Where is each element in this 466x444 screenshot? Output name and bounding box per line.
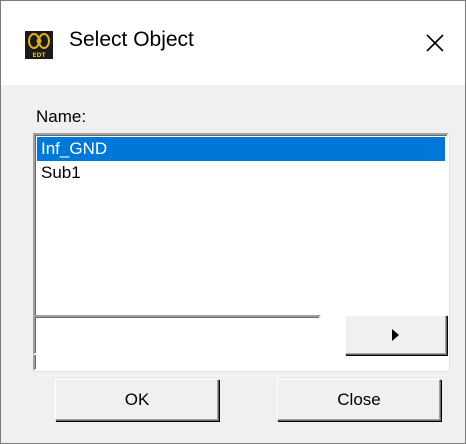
select-object-dialog: EDT Select Object Name: Inf_GND Sub1 OK … [0, 0, 466, 444]
title-bar[interactable]: EDT Select Object [1, 1, 465, 85]
close-button[interactable]: Close [277, 379, 441, 421]
list-item[interactable]: Sub1 [37, 161, 445, 185]
dialog-client-area: Name: Inf_GND Sub1 OK Close [1, 85, 465, 443]
close-icon[interactable] [421, 29, 449, 57]
svg-text:EDT: EDT [32, 52, 46, 59]
ok-button[interactable]: OK [55, 379, 219, 421]
window-title: Select Object [69, 28, 194, 51]
name-label: Name: [36, 107, 87, 126]
object-name-input[interactable] [33, 315, 321, 355]
triangle-right-icon [392, 329, 399, 341]
list-item[interactable]: Inf_GND [37, 137, 445, 161]
arrow-button[interactable] [345, 315, 447, 355]
edt-app-icon: EDT [25, 31, 53, 59]
